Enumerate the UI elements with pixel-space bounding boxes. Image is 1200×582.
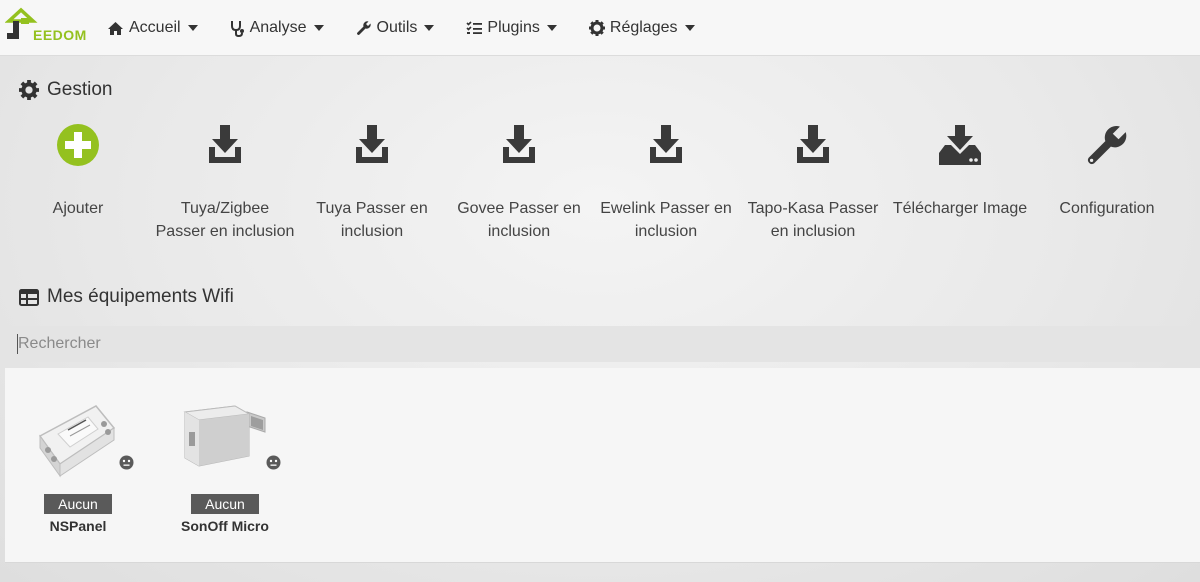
gestion-title-label: Gestion: [47, 79, 113, 100]
tuya-inclusion-button[interactable]: Tuya Passer en inclusion: [302, 120, 442, 243]
tuya-zigbee-inclusion-button[interactable]: Tuya/Zigbee Passer en inclusion: [155, 120, 295, 243]
table-icon: [19, 288, 39, 306]
logo-text: EEDOM: [33, 27, 87, 43]
sonoff-basic-module-image: [18, 398, 138, 488]
sonoff-micro-usb-adapter-image: [165, 398, 285, 488]
neutral-face-icon: [119, 455, 134, 470]
caret-down-icon: [187, 25, 198, 31]
gestion-actions: Ajouter Tuya/Zigbee Passer en inclusion …: [5, 120, 1195, 260]
nav-outils-label: Outils: [376, 19, 418, 36]
tuya-zigbee-inclusion-label: Tuya/Zigbee Passer en inclusion: [155, 200, 295, 240]
wrench-icon: [356, 21, 371, 35]
caret-down-icon: [424, 25, 435, 31]
equipment-title: Mes équipements Wifi: [19, 286, 234, 308]
status-badge: Aucun: [44, 494, 112, 514]
equipment-name: SonOff Micro: [181, 518, 269, 534]
plus-circle-icon: [57, 124, 99, 166]
download-icon: [356, 125, 388, 163]
tapo-kasa-inclusion-label: Tapo-Kasa Passer en inclusion: [747, 200, 879, 240]
download-icon: [503, 125, 535, 163]
home-icon: [108, 21, 123, 35]
nav-plugins-label: Plugins: [487, 19, 540, 36]
equipment-card-sonoff-micro[interactable]: Aucun SonOff Micro: [165, 398, 285, 534]
neutral-face-icon: [266, 455, 281, 470]
ewelink-inclusion-button[interactable]: Ewelink Passer en inclusion: [596, 120, 736, 243]
download-image-button[interactable]: Télécharger Image: [890, 120, 1030, 221]
download-icon: [797, 125, 829, 163]
configuration-label: Configuration: [1059, 200, 1155, 217]
equipment-name: NSPanel: [49, 518, 107, 534]
tuya-inclusion-label: Tuya Passer en inclusion: [316, 200, 428, 240]
add-label: Ajouter: [52, 200, 104, 217]
nav-plugins[interactable]: Plugins: [466, 19, 557, 37]
status-badge: Aucun: [191, 494, 259, 514]
main-menu: Accueil Analyse Outils Plugins Réglages: [107, 0, 727, 56]
jeedom-logo[interactable]: EEDOM: [4, 7, 87, 43]
nav-accueil[interactable]: Accueil: [107, 19, 198, 37]
nav-outils[interactable]: Outils: [356, 19, 435, 37]
govee-inclusion-label: Govee Passer en inclusion: [457, 200, 581, 240]
ewelink-inclusion-label: Ewelink Passer en inclusion: [600, 200, 732, 240]
gear-icon: [588, 20, 605, 36]
equipment-title-label: Mes équipements Wifi: [47, 286, 234, 307]
stethoscope-icon: [230, 20, 244, 37]
tapo-kasa-inclusion-button[interactable]: Tapo-Kasa Passer en inclusion: [743, 120, 883, 243]
download-image-label: Télécharger Image: [892, 200, 1028, 217]
equipment-card-nspanel[interactable]: Aucun NSPanel: [18, 398, 138, 534]
nav-analyse-label: Analyse: [249, 19, 307, 36]
caret-down-icon: [684, 25, 695, 31]
download-icon: [650, 125, 682, 163]
navbar: EEDOM Accueil Analyse Outils Plugins Rég…: [0, 0, 1200, 56]
caret-down-icon: [313, 25, 324, 31]
nav-reglages-label: Réglages: [609, 19, 678, 36]
search-input[interactable]: [5, 326, 1200, 362]
govee-inclusion-button[interactable]: Govee Passer en inclusion: [449, 120, 589, 243]
nav-accueil-label: Accueil: [129, 19, 181, 36]
nav-reglages[interactable]: Réglages: [588, 19, 695, 37]
configuration-button[interactable]: Configuration: [1037, 120, 1177, 221]
equipment-panel: Aucun NSPanel Aucun SonOff Micro: [5, 368, 1200, 563]
text-cursor: [17, 334, 18, 354]
hdd-download-icon: [939, 125, 981, 165]
add-button[interactable]: Ajouter: [8, 120, 148, 221]
tasks-icon: [466, 21, 483, 34]
caret-down-icon: [546, 25, 557, 31]
wrench-icon: [1087, 125, 1127, 165]
nav-analyse[interactable]: Analyse: [230, 19, 324, 37]
gear-icon: [19, 80, 39, 100]
gestion-title: Gestion: [19, 79, 112, 101]
download-icon: [209, 125, 241, 163]
